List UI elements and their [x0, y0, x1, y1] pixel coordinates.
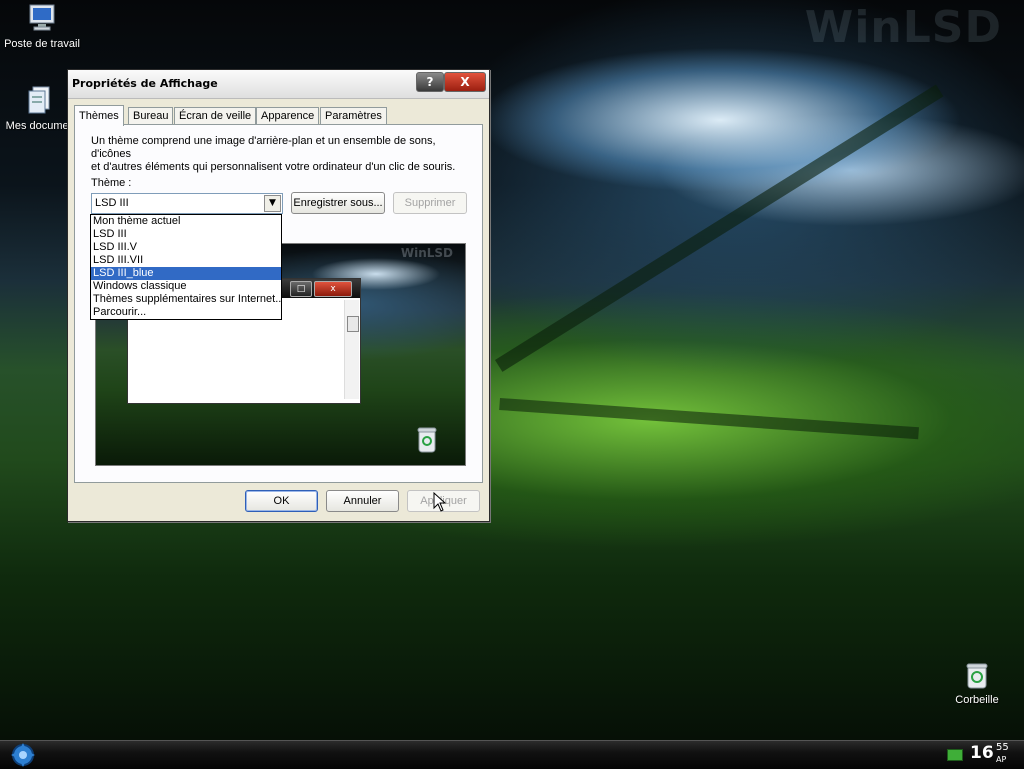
- theme-description-line: Un thème comprend une image d'arrière-pl…: [91, 135, 436, 160]
- wallpaper-watermark: WinLSD: [804, 2, 1002, 53]
- network-tray-icon[interactable]: [947, 749, 963, 761]
- dialog-title: Propriétés de Affichage: [72, 77, 218, 90]
- tab-parametres[interactable]: Paramètres: [320, 107, 387, 125]
- computer-icon: [29, 4, 55, 31]
- desktop-icon-poste-de-travail[interactable]: Poste de travail: [2, 2, 82, 50]
- theme-label: Thème :: [91, 177, 132, 189]
- chevron-down-icon[interactable]: ▼: [264, 195, 281, 212]
- dialog-titlebar[interactable]: Propriétés de Affichage ? X: [68, 70, 489, 99]
- mouse-cursor-icon: [433, 492, 447, 512]
- documents-icon: [28, 86, 50, 114]
- maximize-icon: □: [290, 281, 312, 297]
- dropdown-option[interactable]: LSD III.V: [91, 241, 281, 254]
- dropdown-option[interactable]: Mon thème actuel: [91, 215, 281, 228]
- tab-themes[interactable]: Thèmes: [74, 105, 124, 126]
- desktop-icon-label: Poste de travail: [4, 38, 80, 50]
- theme-description: Un thème comprend une image d'arrière-pl…: [91, 135, 471, 174]
- dropdown-option-selected[interactable]: LSD III_blue: [91, 267, 281, 280]
- recycle-bin-icon: [966, 663, 988, 689]
- clock-minute[interactable]: 55: [996, 742, 1009, 753]
- delete-button[interactable]: Supprimer: [393, 192, 467, 214]
- wallpaper-shadow-stripe: [495, 84, 944, 372]
- preview-scrollbar: [344, 300, 359, 399]
- dropdown-option[interactable]: Windows classique: [91, 280, 281, 293]
- clock-ampm[interactable]: AP: [996, 755, 1006, 764]
- preview-scroll-thumb: [347, 316, 359, 332]
- dropdown-option[interactable]: LSD III.VII: [91, 254, 281, 267]
- theme-description-line: et d'autres éléments qui personnalisent …: [91, 161, 456, 173]
- clock-hour[interactable]: 16: [970, 743, 994, 763]
- start-button[interactable]: [6, 743, 40, 767]
- dropdown-option[interactable]: LSD III: [91, 228, 281, 241]
- close-icon: x: [314, 281, 352, 297]
- desktop-icon-label: Mes documer: [5, 120, 73, 132]
- tab-ecran-de-veille[interactable]: Écran de veille: [174, 107, 257, 125]
- recycle-bin-icon: [417, 427, 437, 453]
- preview-watermark: WinLSD: [400, 246, 453, 260]
- desktop-icon-corbeille[interactable]: Corbeille: [937, 662, 1017, 706]
- theme-dropdown-list: Mon thème actuel LSD III LSD III.V LSD I…: [90, 214, 282, 320]
- dropdown-option[interactable]: Parcourir...: [91, 306, 281, 319]
- desktop-icon-label: Corbeille: [955, 694, 999, 706]
- close-button[interactable]: X: [444, 72, 486, 92]
- close-icon: X: [460, 75, 470, 89]
- save-as-button[interactable]: Enregistrer sous...: [291, 192, 385, 214]
- theme-select[interactable]: LSD III ▼: [91, 193, 283, 214]
- ok-button[interactable]: OK: [245, 490, 318, 512]
- theme-select-value: LSD III: [95, 197, 129, 209]
- wallpaper-shadow-stripe: [499, 398, 919, 440]
- cancel-button[interactable]: Annuler: [326, 490, 399, 512]
- tab-apparence[interactable]: Apparence: [256, 107, 320, 125]
- help-button[interactable]: ?: [416, 72, 444, 92]
- tab-bureau[interactable]: Bureau: [128, 107, 174, 125]
- dropdown-option[interactable]: Thèmes supplémentaires sur Internet...: [91, 293, 281, 306]
- taskbar: 16 55 AP: [0, 740, 1024, 769]
